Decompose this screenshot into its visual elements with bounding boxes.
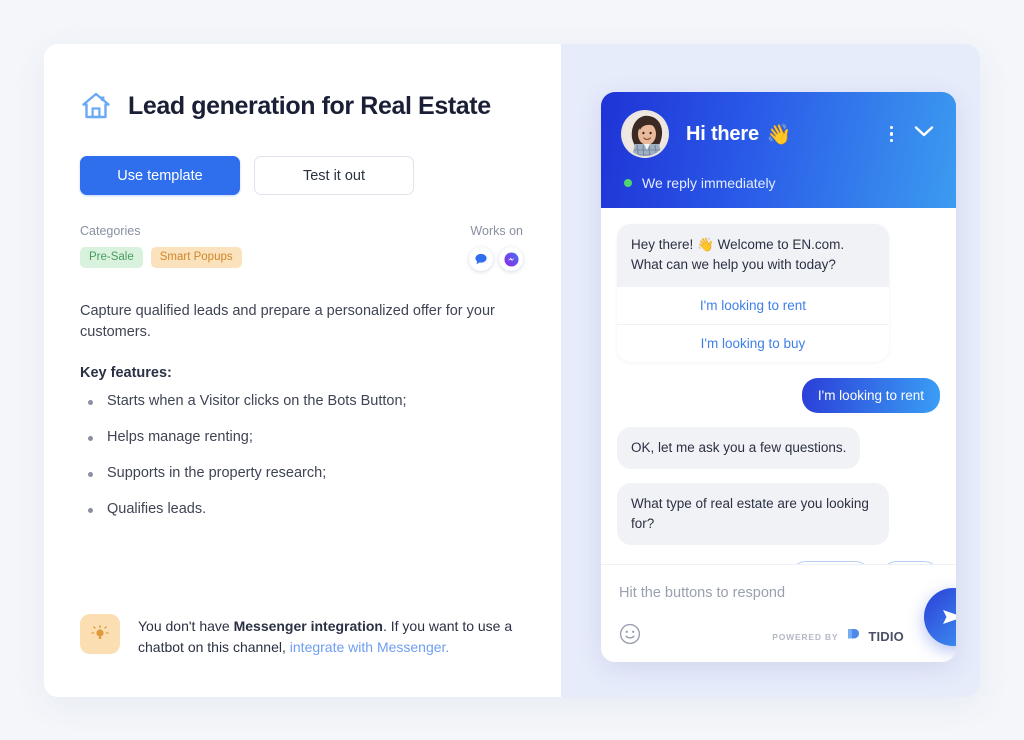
chevron-down-icon[interactable] xyxy=(912,123,936,145)
chat-status: We reply immediately xyxy=(621,158,936,208)
template-details-panel: Lead generation for Real Estate Use temp… xyxy=(44,44,561,697)
chat-header-top: Hi there 👋 xyxy=(621,110,936,158)
smiley-icon[interactable] xyxy=(619,623,641,650)
quick-reply-buy[interactable]: I'm looking to buy xyxy=(617,323,889,362)
features-list: Starts when a Visitor clicks on the Bots… xyxy=(80,393,523,517)
tidio-logo-icon xyxy=(845,626,861,647)
bot-message-row: OK, let me ask you a few questions. xyxy=(617,426,940,469)
bot-card-message: Hey there! 👋 Welcome to EN.com. What can… xyxy=(617,224,889,362)
powered-by: POWERED BY TIDIO xyxy=(772,626,904,647)
works-on-label: Works on xyxy=(470,224,523,238)
chat-footer-bar: POWERED BY TIDIO xyxy=(619,623,938,650)
message-input[interactable]: Hit the buttons to respond xyxy=(619,581,938,623)
avatar xyxy=(621,110,669,158)
user-message-row: I'm looking to rent xyxy=(617,377,940,413)
category-tag-pre-sale[interactable]: Pre-Sale xyxy=(80,247,143,268)
test-it-out-button[interactable]: Test it out xyxy=(254,156,414,195)
list-item: Helps manage renting; xyxy=(80,429,523,445)
integrate-with-messenger-link[interactable]: integrate with Messenger. xyxy=(290,639,450,655)
bot-message-bubble: What type of real estate are you looking… xyxy=(617,482,889,545)
bot-card-options: I'm looking to rent I'm looking to buy xyxy=(617,286,889,362)
template-description: Capture qualified leads and prepare a pe… xyxy=(80,303,495,341)
chat-greeting: Hi there 👋 xyxy=(686,122,887,147)
chat-greeting-text: Hi there xyxy=(686,122,759,145)
category-tag-smart-popups[interactable]: Smart Popups xyxy=(150,247,242,268)
works-on-block: Works on xyxy=(469,224,523,271)
bot-message-bubble: OK, let me ask you a few questions. xyxy=(617,426,861,469)
chat-message-list[interactable]: Hey there! 👋 Welcome to EN.com. What can… xyxy=(601,208,956,564)
meta-row: Categories Pre-Sale Smart Popups Works o… xyxy=(80,224,523,271)
key-features-heading: Key features: xyxy=(80,365,172,382)
home-icon xyxy=(80,90,112,122)
quick-reply-rent[interactable]: I'm looking to rent xyxy=(617,287,889,324)
notice-text: You don't have Messenger integration. If… xyxy=(138,614,520,657)
categories-label: Categories xyxy=(80,224,141,238)
bot-card-text: Hey there! 👋 Welcome to EN.com. What can… xyxy=(631,237,845,272)
chat-widget: Hi there 👋 We reply immediately Hey ther… xyxy=(601,92,956,662)
categories-block: Categories Pre-Sale Smart Popups xyxy=(80,224,242,268)
powered-by-label: POWERED BY xyxy=(772,631,839,642)
category-tags: Pre-Sale Smart Popups xyxy=(80,247,242,268)
messenger-integration-notice: You don't have Messenger integration. If… xyxy=(80,614,520,657)
app-root: Lead generation for Real Estate Use temp… xyxy=(0,0,1024,740)
chat-preview-panel: Hi there 👋 We reply immediately Hey ther… xyxy=(561,44,980,697)
action-buttons: Use template Test it out xyxy=(80,156,523,195)
notice-text-before: You don't have xyxy=(138,618,234,635)
user-message-bubble: I'm looking to rent xyxy=(801,377,940,413)
chat-header-actions xyxy=(887,122,937,147)
list-item: Supports in the property research; xyxy=(80,465,523,481)
page-title: Lead generation for Real Estate xyxy=(128,91,491,120)
messenger-icon[interactable] xyxy=(499,247,523,271)
template-preview-modal: Lead generation for Real Estate Use temp… xyxy=(44,44,980,697)
chat-status-label: We reply immediately xyxy=(642,175,776,191)
list-item: Starts when a Visitor clicks on the Bots… xyxy=(80,393,523,409)
title-row: Lead generation for Real Estate xyxy=(80,90,523,122)
tidio-brand-label: TIDIO xyxy=(868,629,904,644)
notice-bold: Messenger integration xyxy=(233,618,383,635)
live-chat-icon[interactable] xyxy=(469,247,493,271)
waving-hand-icon: 👋 xyxy=(766,123,792,146)
works-on-icons xyxy=(469,247,523,271)
bot-message-row: What type of real estate are you looking… xyxy=(617,482,940,545)
kebab-menu-icon[interactable] xyxy=(887,122,897,147)
online-dot-icon xyxy=(624,179,632,187)
chat-widget-header: Hi there 👋 We reply immediately xyxy=(601,92,956,208)
list-item: Qualifies leads. xyxy=(80,501,523,517)
use-template-button[interactable]: Use template xyxy=(80,156,240,195)
lightbulb-icon xyxy=(80,614,120,655)
chat-input-area: Hit the buttons to respond POWERED BY TI… xyxy=(601,564,956,662)
